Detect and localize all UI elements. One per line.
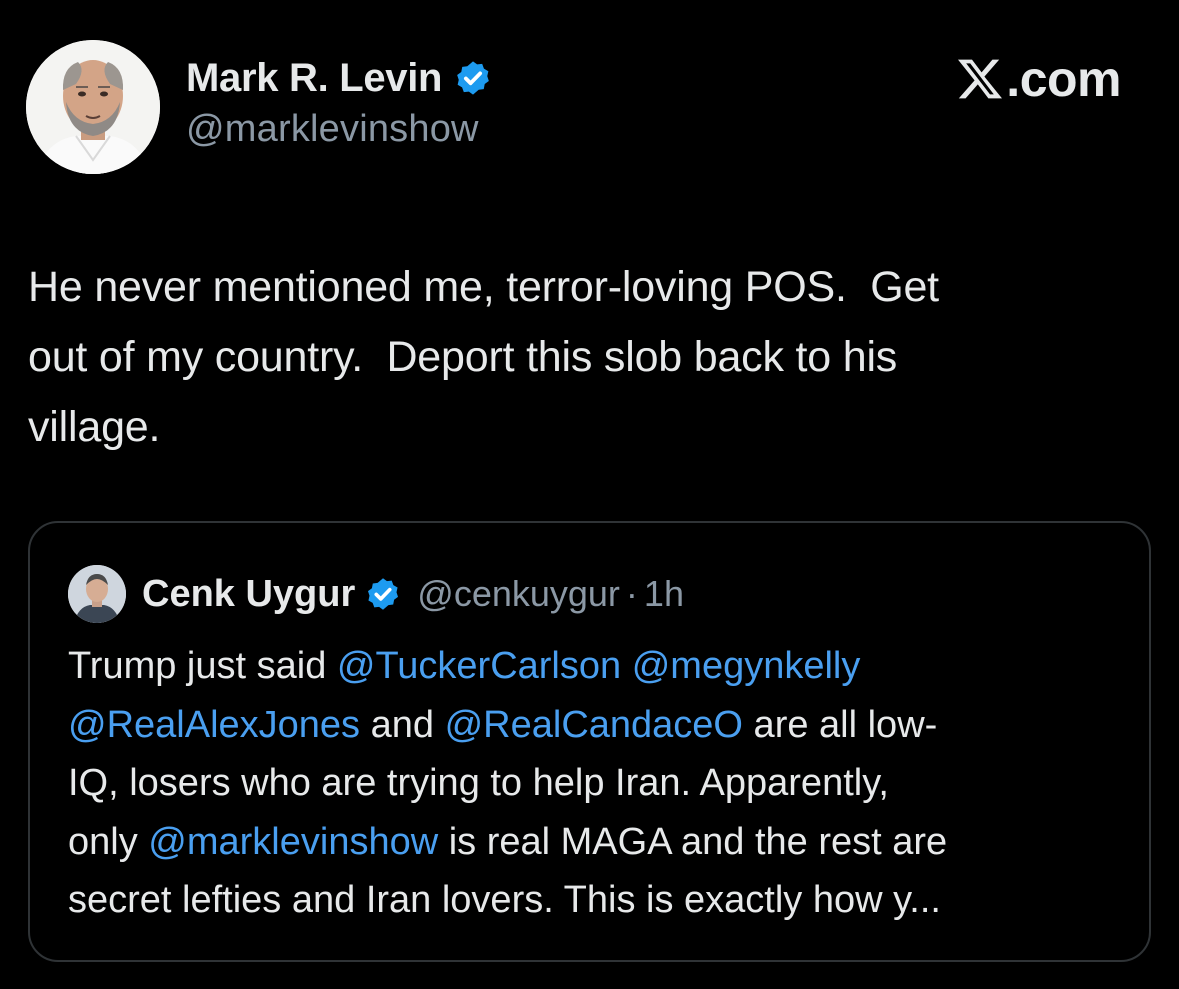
mention-link[interactable]: @TuckerCarlson (337, 645, 621, 687)
brand-watermark: .com (956, 50, 1121, 108)
quoted-text-segment: and (360, 703, 445, 746)
mention-link[interactable]: @marklevinshow (148, 821, 438, 863)
quoted-text-segment (621, 645, 632, 687)
quoted-tweet[interactable]: Cenk Uygur @cenkuygur · 1h Trump just sa… (28, 521, 1151, 962)
quoted-author-avatar[interactable] (68, 565, 126, 623)
mention-link[interactable]: @RealCandaceO (445, 704, 743, 746)
author-display-name[interactable]: Mark R. Levin (186, 56, 442, 101)
quoted-author-name[interactable]: Cenk Uygur (142, 573, 355, 616)
quoted-tweet-header: Cenk Uygur @cenkuygur · 1h (142, 567, 684, 621)
quoted-text-segment: Trump just said (68, 645, 337, 687)
brand-text: .com (1006, 51, 1121, 107)
quoted-author-handle[interactable]: @cenkuygur (417, 573, 620, 615)
author-name-row: Mark R. Levin (186, 55, 492, 101)
verified-badge-icon (454, 59, 492, 97)
author-handle[interactable]: @marklevinshow (186, 108, 479, 151)
mention-link[interactable]: @megynkelly (632, 645, 861, 687)
timestamp-separator: · (625, 573, 638, 614)
tweet-card: Mark R. Levin @marklevinshow .com He nev… (0, 0, 1179, 989)
x-logo-icon (956, 55, 1004, 103)
mention-link[interactable]: @RealAlexJones (68, 704, 360, 746)
verified-badge-icon (365, 576, 401, 612)
tweet-text: He never mentioned me, terror-loving POS… (28, 263, 939, 451)
quoted-tweet-text: Trump just said @TuckerCarlson @megynkel… (68, 637, 1128, 930)
quoted-tweet-timestamp[interactable]: 1h (644, 573, 684, 615)
author-avatar[interactable] (26, 40, 160, 174)
